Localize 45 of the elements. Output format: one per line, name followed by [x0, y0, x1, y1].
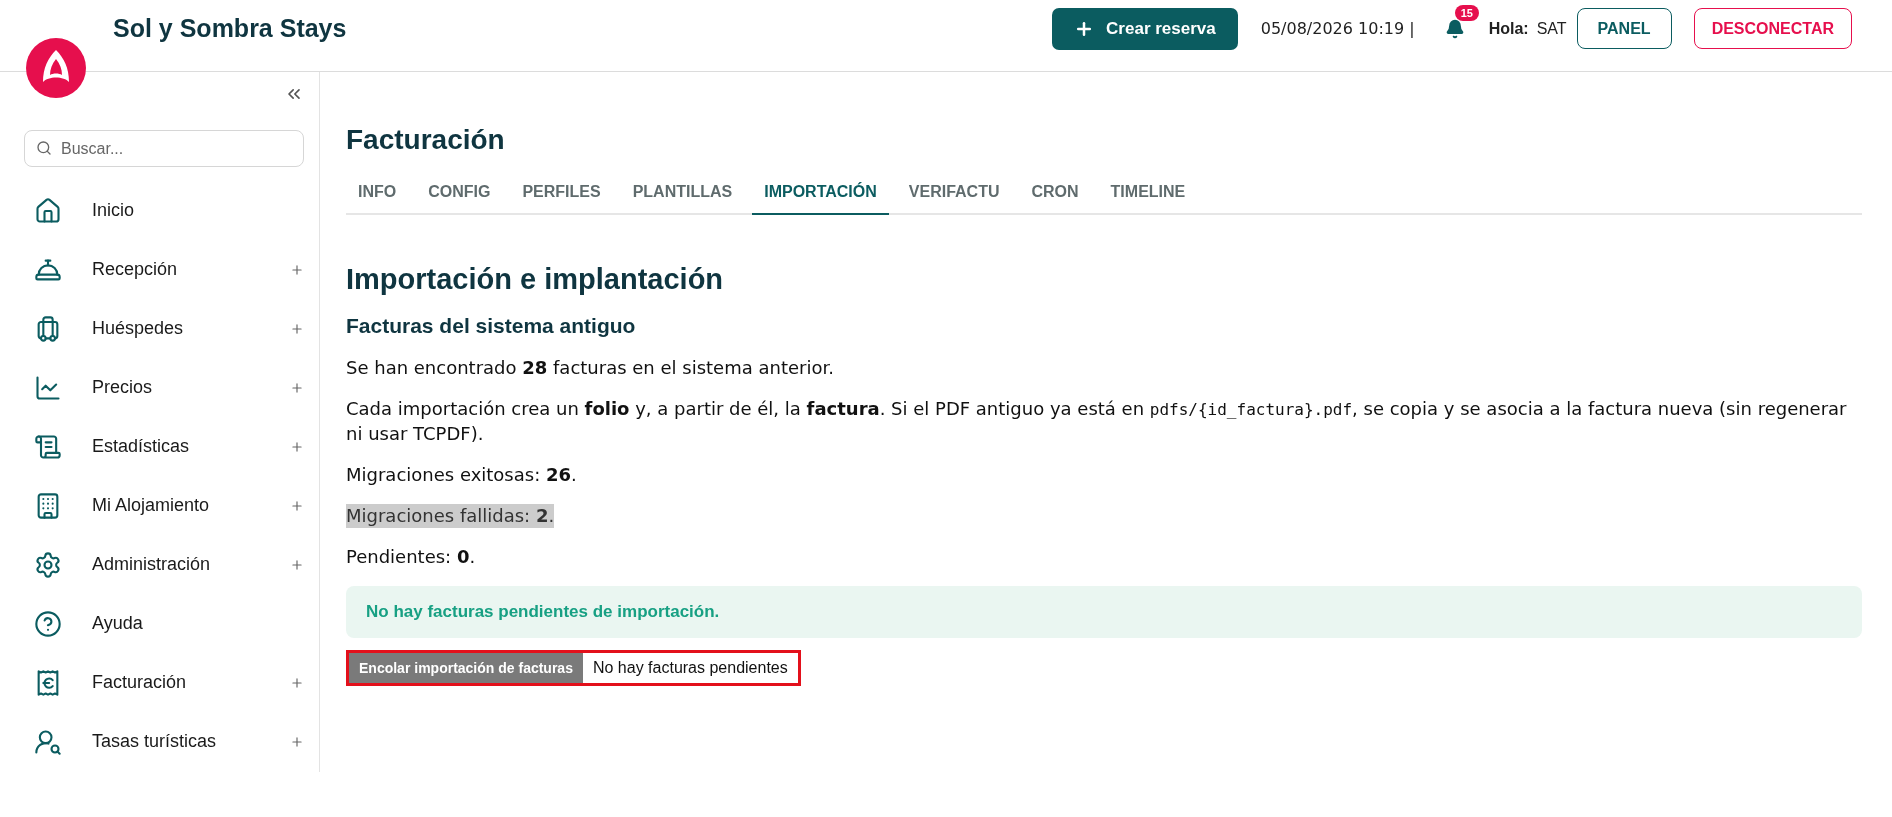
sidebar-item[interactable]: Administración [24, 535, 304, 594]
logout-button[interactable]: DESCONECTAR [1693, 8, 1852, 49]
notification-count: 15 [1454, 4, 1479, 21]
sidebar-item[interactable]: Facturación [24, 653, 304, 712]
sidebar-item[interactable]: Mi Alojamiento [24, 476, 304, 535]
tab[interactable]: IMPORTACIÓN [752, 173, 889, 215]
stat-text: Pendientes: 0. [346, 545, 477, 569]
sidebar-item[interactable]: Inicio [24, 181, 304, 240]
tab[interactable]: CONFIG [416, 173, 503, 215]
create-booking-button[interactable]: Crear reserva [1052, 7, 1238, 50]
scroll-icon [34, 432, 62, 461]
page-title: Facturación [346, 124, 506, 156]
subsection-heading: Facturas del sistema antiguo [346, 314, 637, 338]
search-icon [36, 140, 52, 156]
person-icon [34, 727, 62, 756]
sidebar-item[interactable]: Recepción [24, 240, 304, 299]
tab[interactable]: INFO [346, 173, 409, 215]
tab[interactable]: CRON [1019, 173, 1091, 215]
description-text: Cada importación crea un folio y, a partir de él, la factura. Si el PDF antiguo ya está en pdfs/{id_factura}.pdf, se copia y se asocia a la factura nueva (sin regenerar ni usar TCPDF). [346, 397, 1848, 446]
notification-bell-icon[interactable] [1444, 18, 1465, 39]
user-name: SAT [1536, 19, 1567, 38]
greeting-label: Hola: [1488, 19, 1529, 38]
sidebar-item[interactable]: Estadísticas [24, 417, 304, 476]
sidebar-item[interactable]: Tasas turísticas [24, 712, 304, 771]
help-icon [34, 609, 62, 638]
brand-title: Sol y Sombra Stays [113, 14, 347, 43]
search-field[interactable]: Buscar... [24, 130, 304, 167]
sidebar-item[interactable]: Huéspedes [24, 299, 304, 358]
tab[interactable]: VERIFACTU [896, 173, 1012, 215]
sidebar-item[interactable]: Precios [24, 358, 304, 417]
chart-icon [34, 373, 62, 402]
datetime: 05/08/2026 10:19 | [1260, 19, 1415, 38]
tab[interactable]: PERFILES [510, 173, 613, 215]
settings-icon [34, 550, 62, 579]
logo-icon [26, 38, 86, 98]
panel-button[interactable]: PANEL [1576, 8, 1672, 49]
section-heading: Importación e implantación [346, 263, 725, 296]
stat-text: Migraciones fallidas: 2. [346, 504, 555, 528]
house-icon [34, 196, 62, 225]
tab[interactable]: TIMELINE [1098, 173, 1198, 215]
found-text: Se han encontrado 28 facturas en el sistema anterior. [346, 356, 835, 380]
sidebar-item[interactable]: Ayuda [24, 594, 304, 653]
info-notice: No hay facturas pendientes de importación. [346, 586, 1862, 638]
tab[interactable]: PLANTILLAS [620, 173, 745, 215]
stat-text: Migraciones exitosas: 26. [346, 463, 578, 487]
